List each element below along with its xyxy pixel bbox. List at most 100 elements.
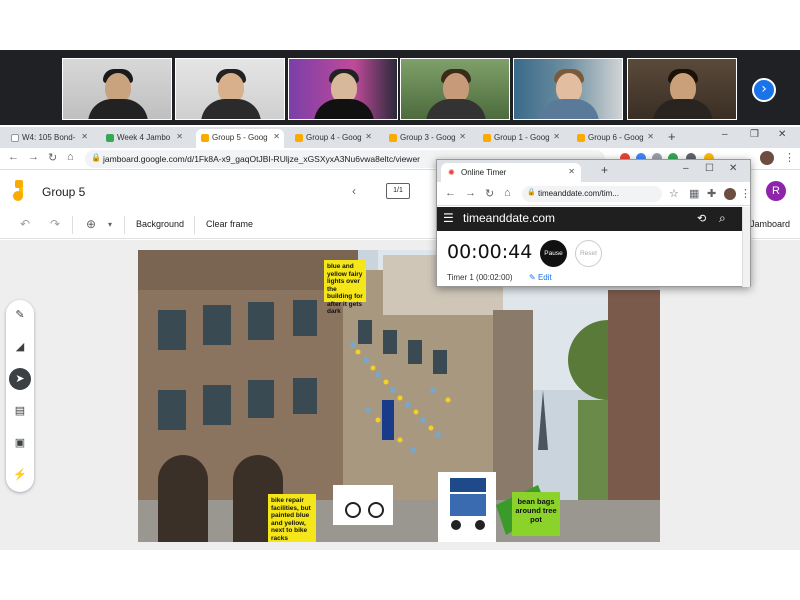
- close-icon[interactable]: ✕: [365, 132, 372, 141]
- close-icon[interactable]: ✕: [459, 132, 466, 141]
- reload-icon[interactable]: ↻: [485, 187, 494, 200]
- profile-avatar[interactable]: [760, 151, 774, 165]
- timer-tab-bar: ✺ Online Timer ✕ + – ☐ ✕: [437, 160, 750, 182]
- participant-tile[interactable]: [513, 58, 623, 120]
- puzzle-icon[interactable]: ✚: [707, 187, 716, 200]
- extensions-grid-icon[interactable]: ▦: [689, 187, 699, 200]
- participant-tile[interactable]: [62, 58, 172, 120]
- timer-body: 00:00:44 Pause Reset Timer 1 (00:02:00) …: [437, 231, 742, 286]
- jamboard-icon: [483, 134, 491, 142]
- timer-display: 00:00:44: [447, 241, 533, 263]
- close-icon[interactable]: ✕: [568, 167, 575, 176]
- back-icon[interactable]: ←: [8, 151, 19, 163]
- sticky-note[interactable]: blue and yellow fairy lights over the bu…: [324, 260, 366, 315]
- jamboard-icon: [201, 134, 209, 142]
- pencil-icon: ✎: [529, 273, 538, 282]
- sticky-note[interactable]: bike repair facilities, but painted blue…: [268, 494, 316, 542]
- frame-counter[interactable]: 1/1: [386, 183, 410, 199]
- scrollbar[interactable]: [742, 207, 750, 287]
- participant-tile[interactable]: [400, 58, 510, 120]
- reset-button[interactable]: Reset: [575, 240, 602, 267]
- drive-icon: [106, 134, 114, 142]
- close-window-icon[interactable]: ✕: [729, 163, 737, 174]
- eraser-icon[interactable]: ◢: [9, 336, 31, 358]
- sticky-note[interactable]: bean bags around tree pot: [512, 492, 560, 536]
- timer-label: Timer 1 (00:02:00): [447, 273, 513, 282]
- divider: [124, 216, 125, 234]
- timeanddate-header: ☰ timeanddate.com ⟲ ⌕: [437, 207, 742, 231]
- pen-icon[interactable]: ✎: [9, 304, 31, 326]
- timeanddate-logo[interactable]: timeanddate.com: [463, 211, 555, 225]
- image-icon[interactable]: ▣: [9, 432, 31, 454]
- browser-tab[interactable]: Group 1 - Goog ✕: [478, 129, 564, 148]
- restore-icon[interactable]: ☐: [705, 163, 714, 174]
- restore-icon[interactable]: ❐: [750, 129, 759, 140]
- browser-tab-active[interactable]: Group 5 - Goog ✕: [196, 129, 284, 148]
- forward-icon[interactable]: →: [28, 151, 39, 163]
- select-arrow-icon[interactable]: ➤: [9, 368, 31, 390]
- next-participants-button[interactable]: ›: [752, 78, 776, 102]
- new-tab-button[interactable]: +: [601, 163, 608, 177]
- share-icon[interactable]: ⟲: [697, 212, 706, 225]
- redo-icon[interactable]: ↷: [50, 217, 60, 231]
- browser-tab[interactable]: Group 3 - Goog ✕: [384, 129, 470, 148]
- close-icon[interactable]: ✕: [553, 132, 560, 141]
- close-icon[interactable]: ✕: [647, 132, 654, 141]
- divider: [194, 216, 195, 234]
- minimize-icon[interactable]: –: [683, 163, 689, 174]
- online-timer-window: ✺ Online Timer ✕ + – ☐ ✕ ← → ↻ ⌂ 🔒 timea…: [436, 159, 751, 287]
- close-icon[interactable]: ✕: [81, 132, 88, 141]
- edit-link[interactable]: ✎ Edit: [529, 273, 552, 282]
- search-icon[interactable]: ⌕: [719, 211, 726, 226]
- chevron-down-icon[interactable]: ▾: [108, 220, 112, 229]
- participant-tile[interactable]: [175, 58, 285, 120]
- document-icon: [11, 134, 19, 142]
- browser-tab-bar: W4: 105 Bond- ✕ Week 4 Jambo ✕ Group 5 - G…: [0, 127, 800, 148]
- meeting-video-strip: ›: [0, 50, 800, 125]
- forward-icon[interactable]: →: [465, 187, 476, 199]
- home-icon[interactable]: ⌂: [504, 187, 511, 199]
- star-icon[interactable]: ☆: [669, 187, 679, 200]
- reload-icon[interactable]: ↻: [48, 151, 57, 164]
- previous-frame-icon[interactable]: ‹: [352, 184, 356, 198]
- street-view-photo: [138, 250, 660, 542]
- participant-tile[interactable]: [288, 58, 398, 120]
- menu-kebab-icon[interactable]: ⋮: [784, 151, 795, 164]
- timeanddate-favicon-icon: ✺: [448, 168, 455, 177]
- new-tab-button[interactable]: +: [668, 129, 676, 144]
- jamboard-logo-icon: [12, 180, 23, 201]
- timer-url-field[interactable]: 🔒 timeanddate.com/tim...: [522, 186, 662, 202]
- timer-tab[interactable]: ✺ Online Timer ✕: [441, 163, 581, 182]
- pause-button[interactable]: Pause: [540, 240, 567, 267]
- clear-frame-button[interactable]: Clear frame: [206, 219, 253, 229]
- menu-kebab-icon[interactable]: ⋮: [740, 187, 751, 200]
- close-icon[interactable]: ✕: [273, 132, 280, 141]
- board-title[interactable]: Group 5: [42, 185, 85, 199]
- browser-tab[interactable]: Week 4 Jambo ✕: [101, 129, 187, 148]
- avatar[interactable]: R: [766, 181, 786, 201]
- tool-palette: ✎ ◢ ➤ ▤ ▣ ⚡: [6, 300, 34, 492]
- profile-avatar[interactable]: [724, 188, 736, 200]
- back-icon[interactable]: ←: [445, 187, 456, 199]
- close-icon[interactable]: ✕: [176, 132, 183, 141]
- sticky-note-icon[interactable]: ▤: [9, 400, 31, 422]
- home-icon[interactable]: ⌂: [67, 151, 74, 163]
- zoom-icon[interactable]: ⊕: [86, 217, 96, 231]
- close-window-icon[interactable]: ✕: [778, 129, 786, 140]
- hamburger-menu-icon[interactable]: ☰: [443, 211, 454, 225]
- lock-icon: 🔒: [91, 153, 101, 162]
- browser-tab[interactable]: Group 4 - Goog ✕: [290, 129, 376, 148]
- timer-address-bar: ← → ↻ ⌂ 🔒 timeanddate.com/tim... ☆ ▦ ✚ ⋮: [437, 182, 751, 206]
- chevron-right-icon: ›: [761, 81, 767, 97]
- divider: [72, 216, 73, 234]
- jam-frame[interactable]: blue and yellow fairy lights over the bu…: [138, 250, 660, 542]
- browser-tab[interactable]: Group 6 - Goog ✕: [572, 129, 658, 148]
- open-in-jamboard-button[interactable]: Jamboard: [750, 219, 790, 229]
- background-button[interactable]: Background: [136, 219, 184, 229]
- participant-tile[interactable]: [627, 58, 737, 120]
- laser-icon[interactable]: ⚡: [9, 464, 31, 486]
- jamboard-icon: [577, 134, 585, 142]
- browser-tab[interactable]: W4: 105 Bond- ✕: [6, 129, 92, 148]
- undo-icon[interactable]: ↶: [20, 217, 30, 231]
- minimize-icon[interactable]: –: [722, 129, 728, 140]
